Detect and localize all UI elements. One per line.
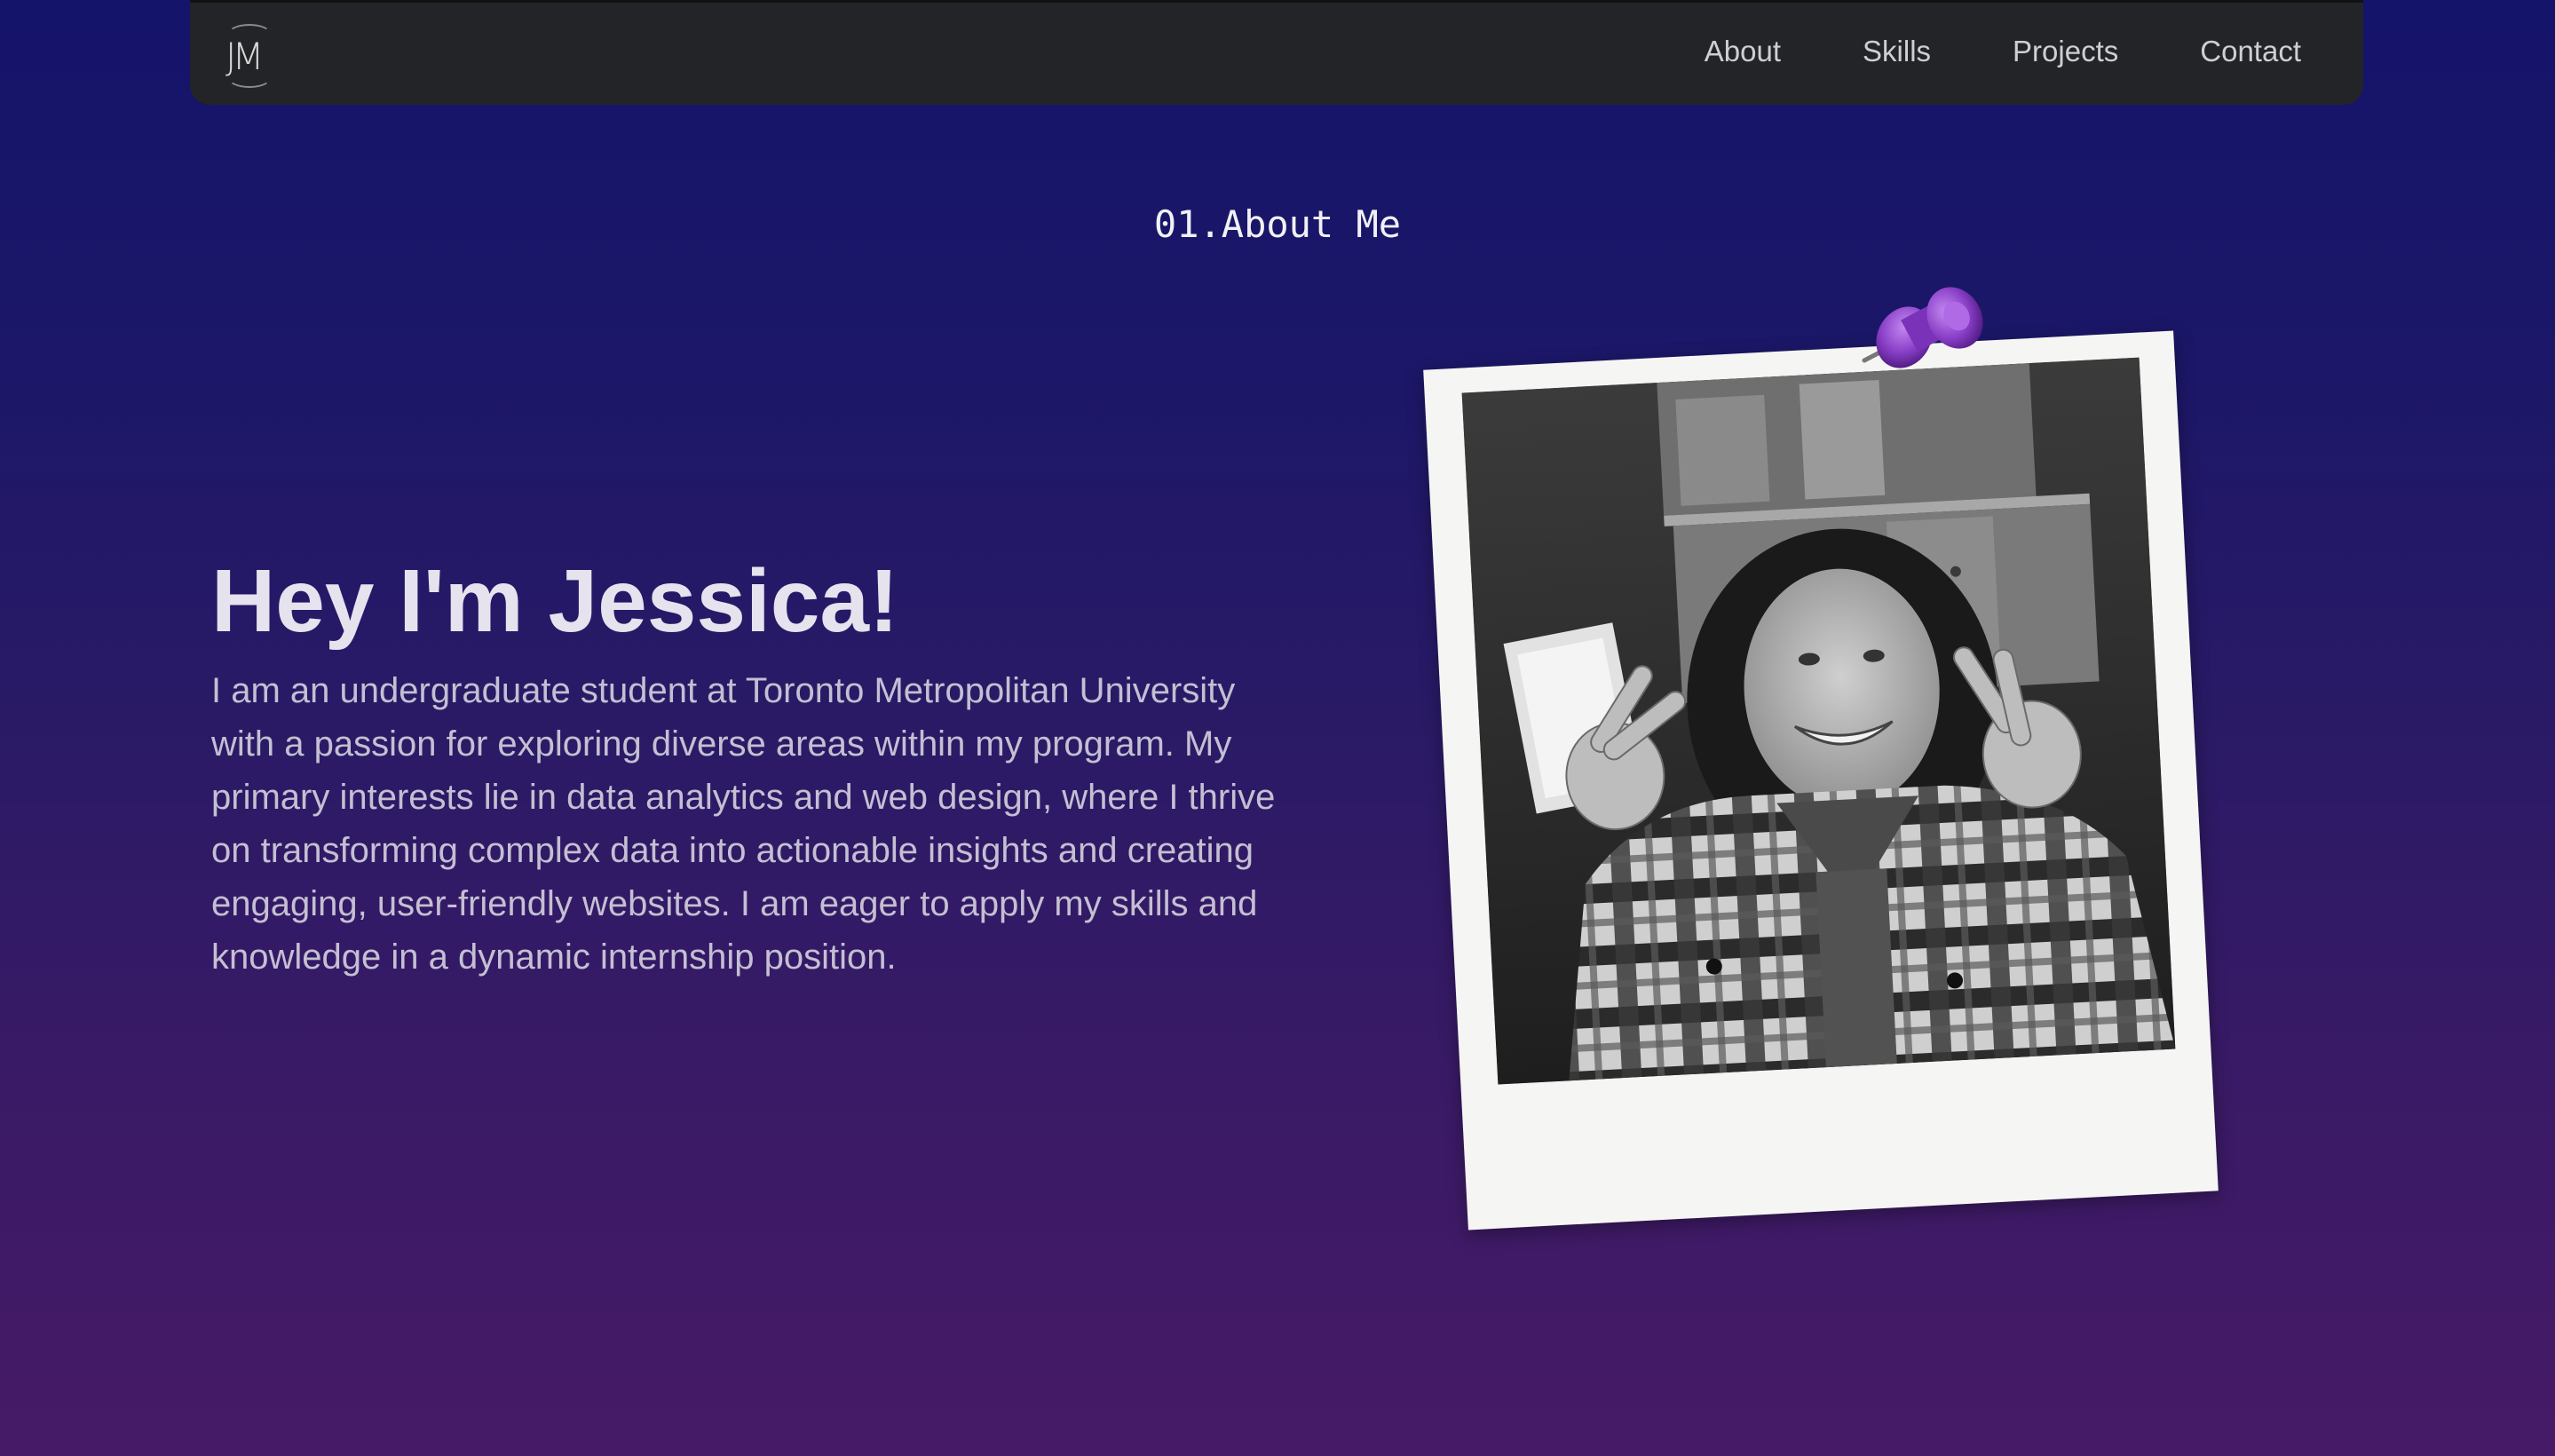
section-label: 01.About Me <box>1153 202 1402 246</box>
nav-link-contact[interactable]: Contact <box>2200 35 2301 68</box>
page: JM About Skills Projects Contact 01.Abou… <box>0 0 2555 1456</box>
push-pin-icon <box>1855 282 1997 380</box>
profile-photo <box>1461 357 2176 1085</box>
nav-links: About Skills Projects Contact <box>1623 35 2301 68</box>
hero-title: Hey I'm Jessica! <box>211 551 899 651</box>
polaroid-frame <box>1423 330 2219 1230</box>
nav-link-projects[interactable]: Projects <box>2013 35 2118 68</box>
logo[interactable]: JM <box>222 24 275 88</box>
nav-link-skills[interactable]: Skills <box>1863 35 1931 68</box>
navbar: JM About Skills Projects Contact <box>190 0 2363 105</box>
hero-text: I am an undergraduate student at Toronto… <box>211 671 1276 977</box>
logo-arc-bottom <box>227 67 272 88</box>
nav-link-about[interactable]: About <box>1705 35 1781 68</box>
